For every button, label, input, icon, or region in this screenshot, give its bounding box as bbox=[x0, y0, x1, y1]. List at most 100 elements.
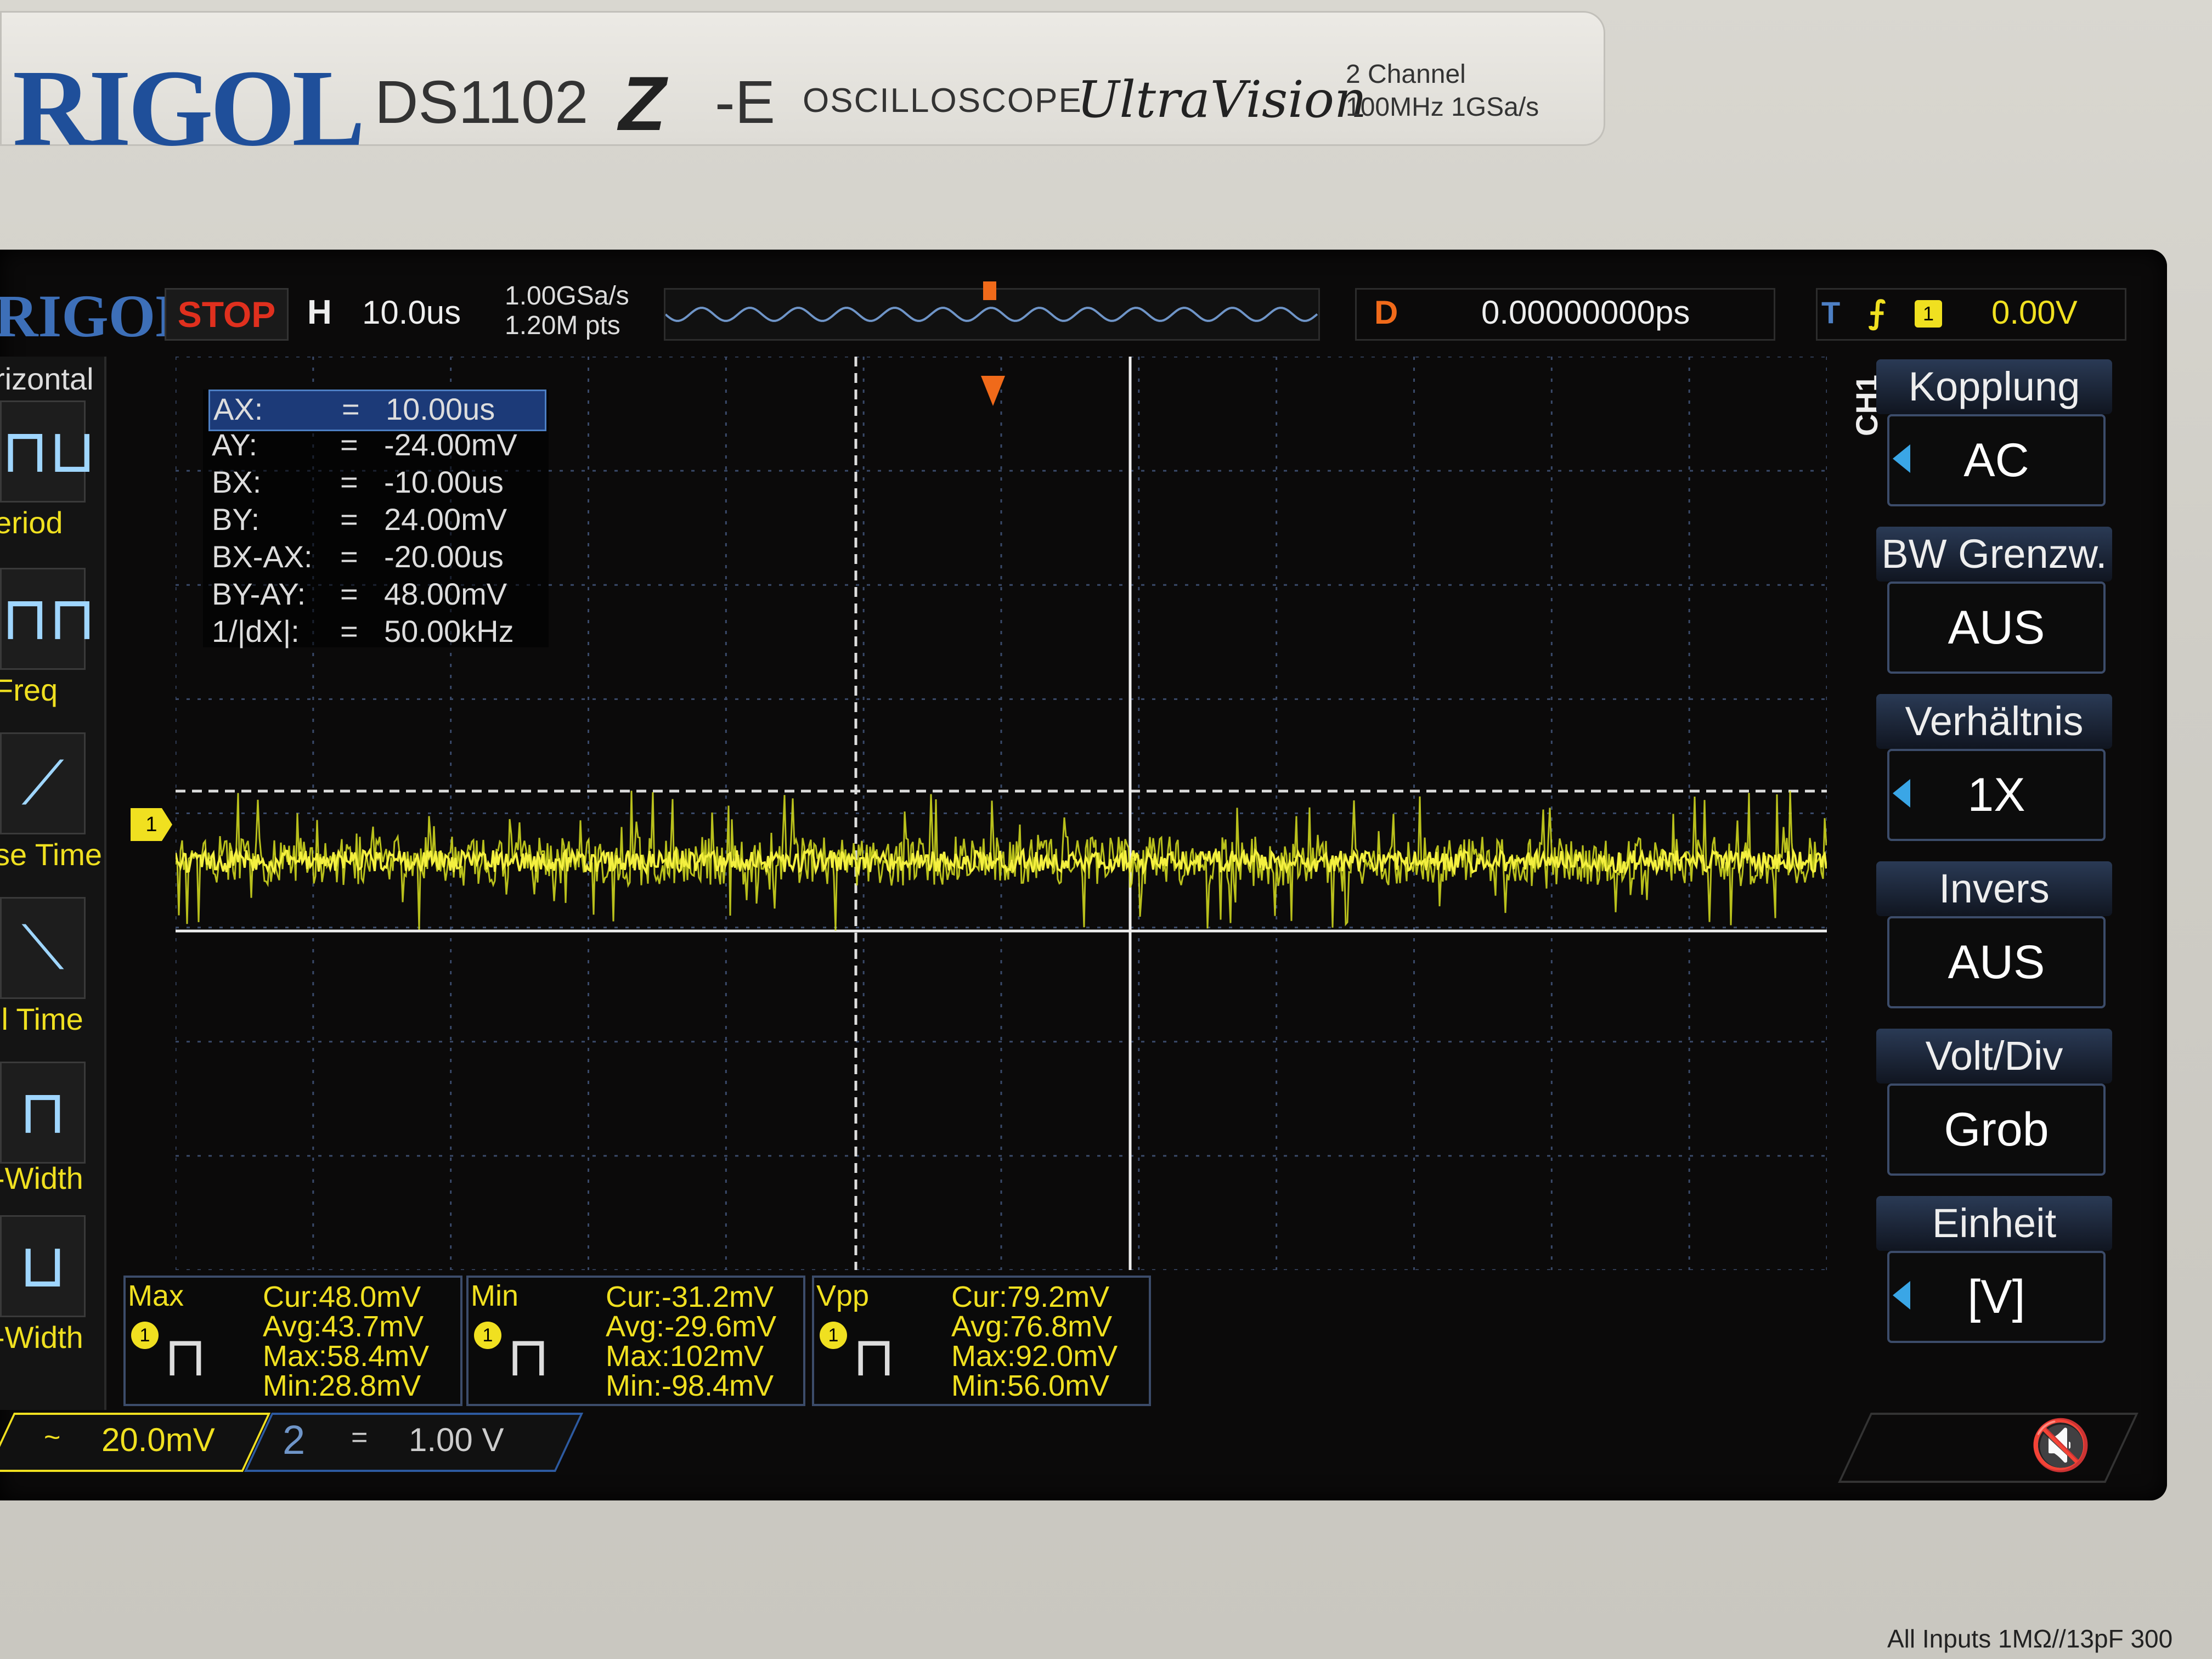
measure-menu: rizontal ⊓⊔ eriod ⊓⊓ Freq ⟋ se Time ⟍ ll… bbox=[0, 357, 106, 1410]
notification-area bbox=[1838, 1413, 2138, 1483]
ch1-offset-marker[interactable]: 1 bbox=[131, 808, 172, 841]
ac-coupling-icon: ~ bbox=[44, 1421, 61, 1453]
brand-logo: RIGOL bbox=[13, 48, 365, 169]
measurement-channel-badge: 1 bbox=[820, 1322, 847, 1349]
invert-title: Invers bbox=[1876, 861, 2112, 916]
cursor-value: -24.00mV bbox=[384, 427, 517, 462]
measurement-max-value: Max:102mV bbox=[606, 1340, 764, 1373]
min-icon: ⊓ bbox=[507, 1326, 550, 1387]
dc-coupling-icon: = bbox=[351, 1421, 368, 1453]
measure-label-pwidth: -Width bbox=[0, 1161, 83, 1195]
max-icon: ⊓ bbox=[164, 1326, 207, 1387]
probe-ratio-title: Verhältnis bbox=[1876, 694, 2112, 749]
measurement-max-value: Max:92.0mV bbox=[951, 1340, 1118, 1373]
bandwidth-spec: 100MHz 1GSa/s bbox=[1346, 93, 1539, 122]
invert-button[interactable]: AUS bbox=[1887, 916, 2106, 1008]
coupling-button[interactable]: AC bbox=[1887, 414, 2106, 506]
series-logo: Z bbox=[619, 60, 666, 146]
measurement-channel-badge: 1 bbox=[131, 1322, 159, 1349]
trigger-position-marker bbox=[983, 281, 996, 300]
measurement-min-value: Min:-98.4mV bbox=[606, 1369, 774, 1402]
measurement-max-value: Max:58.4mV bbox=[263, 1340, 430, 1373]
cursor-eq: = bbox=[340, 577, 358, 611]
measure-label-period: eriod bbox=[0, 505, 63, 540]
measurement-channel-badge: 1 bbox=[474, 1322, 501, 1349]
unit-arrow-icon bbox=[1893, 1281, 1910, 1310]
measure-category: rizontal bbox=[0, 362, 94, 396]
bw-limit-title: BW Grenzw. bbox=[1876, 527, 2112, 582]
measurement-min[interactable]: Min 1 ⊓ Cur:-31.2mV Avg:-29.6mV Max:102m… bbox=[466, 1276, 805, 1406]
cursor-eq: = bbox=[342, 392, 360, 426]
ultravision-logo: UltraVision bbox=[1077, 70, 1367, 129]
cursor-value: -10.00us bbox=[384, 465, 504, 499]
period-icon[interactable]: ⊓⊔ bbox=[0, 400, 96, 503]
scope-screen: RIGOL STOP H 10.0us 1.00GSa/s 1.20M pts … bbox=[0, 250, 2167, 1500]
positive-width-icon[interactable]: ⊓ bbox=[0, 1062, 86, 1164]
acquisition-info: 1.00GSa/s 1.20M pts bbox=[505, 281, 629, 341]
coupling-title: Kopplung bbox=[1876, 359, 2112, 414]
timebase-value: 10.0us bbox=[362, 294, 461, 331]
measurement-name: Max bbox=[128, 1279, 184, 1312]
trigger-level: 0.00V bbox=[1991, 294, 2078, 331]
fall-time-icon[interactable]: ⟍ bbox=[0, 897, 86, 999]
cursor-value: 10.00us bbox=[386, 392, 495, 426]
cursor-value: 48.00mV bbox=[384, 577, 507, 611]
cursor-readout: AX: = 10.00us AY: = -24.00mV BX: = -10.0… bbox=[203, 390, 549, 648]
cursor-key: BY-AY: bbox=[212, 577, 306, 611]
sample-rate: 1.00GSa/s bbox=[505, 281, 629, 311]
trigger-label: T bbox=[1821, 295, 1841, 330]
bw-limit-button[interactable]: AUS bbox=[1887, 582, 2106, 674]
measurement-avg: Avg:76.8mV bbox=[951, 1310, 1113, 1343]
negative-width-icon[interactable]: ⊔ bbox=[0, 1215, 86, 1317]
cursor-eq: = bbox=[340, 614, 358, 648]
device-type: OSCILLOSCOPE bbox=[803, 82, 1082, 120]
rising-edge-icon: ⨍ bbox=[1868, 295, 1886, 330]
probe-ratio-arrow-icon bbox=[1893, 779, 1910, 808]
input-rating: All Inputs 1MΩ//13pF 300 bbox=[1887, 1624, 2173, 1653]
measurement-cur: Cur:79.2mV bbox=[951, 1280, 1110, 1313]
run-state-badge[interactable]: STOP bbox=[165, 288, 289, 341]
ch1-scale: 20.0mV bbox=[101, 1421, 215, 1458]
volt-div-button[interactable]: Grob bbox=[1887, 1084, 2106, 1176]
volt-div-title: Volt/Div bbox=[1876, 1029, 2112, 1084]
channel-menu: Kopplung AC BW Grenzw. AUS Verhältnis 1X… bbox=[1876, 359, 2123, 1369]
unit-title: Einheit bbox=[1876, 1196, 2112, 1251]
cursor-value: 50.00kHz bbox=[384, 614, 514, 648]
unit-button[interactable]: [V] bbox=[1887, 1251, 2106, 1343]
ch2-scale: 1.00 V bbox=[409, 1421, 504, 1458]
status-bar: RIGOL STOP H 10.0us 1.00GSa/s 1.20M pts … bbox=[0, 272, 2140, 349]
vpp-icon: ⊓ bbox=[853, 1326, 896, 1387]
memory-depth: 1.20M pts bbox=[505, 311, 620, 340]
cursor-eq: = bbox=[340, 465, 358, 499]
cursor-eq: = bbox=[340, 427, 358, 462]
measure-label-nwidth: -Width bbox=[0, 1320, 83, 1355]
frequency-icon[interactable]: ⊓⊓ bbox=[0, 568, 96, 670]
trigger-source-badge: 1 bbox=[1915, 300, 1942, 328]
trigger-box bbox=[1816, 288, 2126, 341]
cursor-key: AY: bbox=[212, 427, 258, 462]
delay-label: D bbox=[1374, 294, 1398, 331]
speaker-muted-icon[interactable]: 🔇 bbox=[2030, 1418, 2091, 1473]
model-suffix: -E bbox=[715, 69, 775, 136]
measurement-max[interactable]: Max 1 ⊓ Cur:48.0mV Avg:43.7mV Max:58.4mV… bbox=[123, 1276, 462, 1406]
cursor-key: AX: bbox=[213, 392, 263, 426]
measurement-name: Vpp bbox=[816, 1279, 870, 1312]
measurement-vpp[interactable]: Vpp 1 ⊓ Cur:79.2mV Avg:76.8mV Max:92.0mV… bbox=[812, 1276, 1151, 1406]
measurement-name: Min bbox=[471, 1279, 519, 1312]
measurement-cur: Cur:-31.2mV bbox=[606, 1280, 774, 1313]
cursor-eq: = bbox=[340, 539, 358, 574]
cursor-eq: = bbox=[340, 502, 358, 537]
cursor-value: 24.00mV bbox=[384, 502, 507, 537]
brand-strip: RIGOL DS1102 Z -E OSCILLOSCOPE UltraVisi… bbox=[0, 11, 1605, 169]
delay-value: 0.00000000ps bbox=[1481, 294, 1690, 331]
cursor-key: BX-AX: bbox=[212, 539, 313, 574]
cursor-key: BX: bbox=[212, 465, 262, 499]
measure-label-rise: se Time bbox=[0, 837, 103, 872]
probe-ratio-button[interactable]: 1X bbox=[1887, 749, 2106, 841]
measure-label-freq: Freq bbox=[0, 673, 58, 707]
cursor-row-ax[interactable]: AX: = 10.00us bbox=[208, 390, 546, 431]
cursor-key: 1/|dX|: bbox=[212, 614, 300, 648]
measurement-min-value: Min:28.8mV bbox=[263, 1369, 421, 1402]
rise-time-icon[interactable]: ⟋ bbox=[0, 732, 86, 834]
model-number: DS1102 bbox=[375, 69, 589, 136]
